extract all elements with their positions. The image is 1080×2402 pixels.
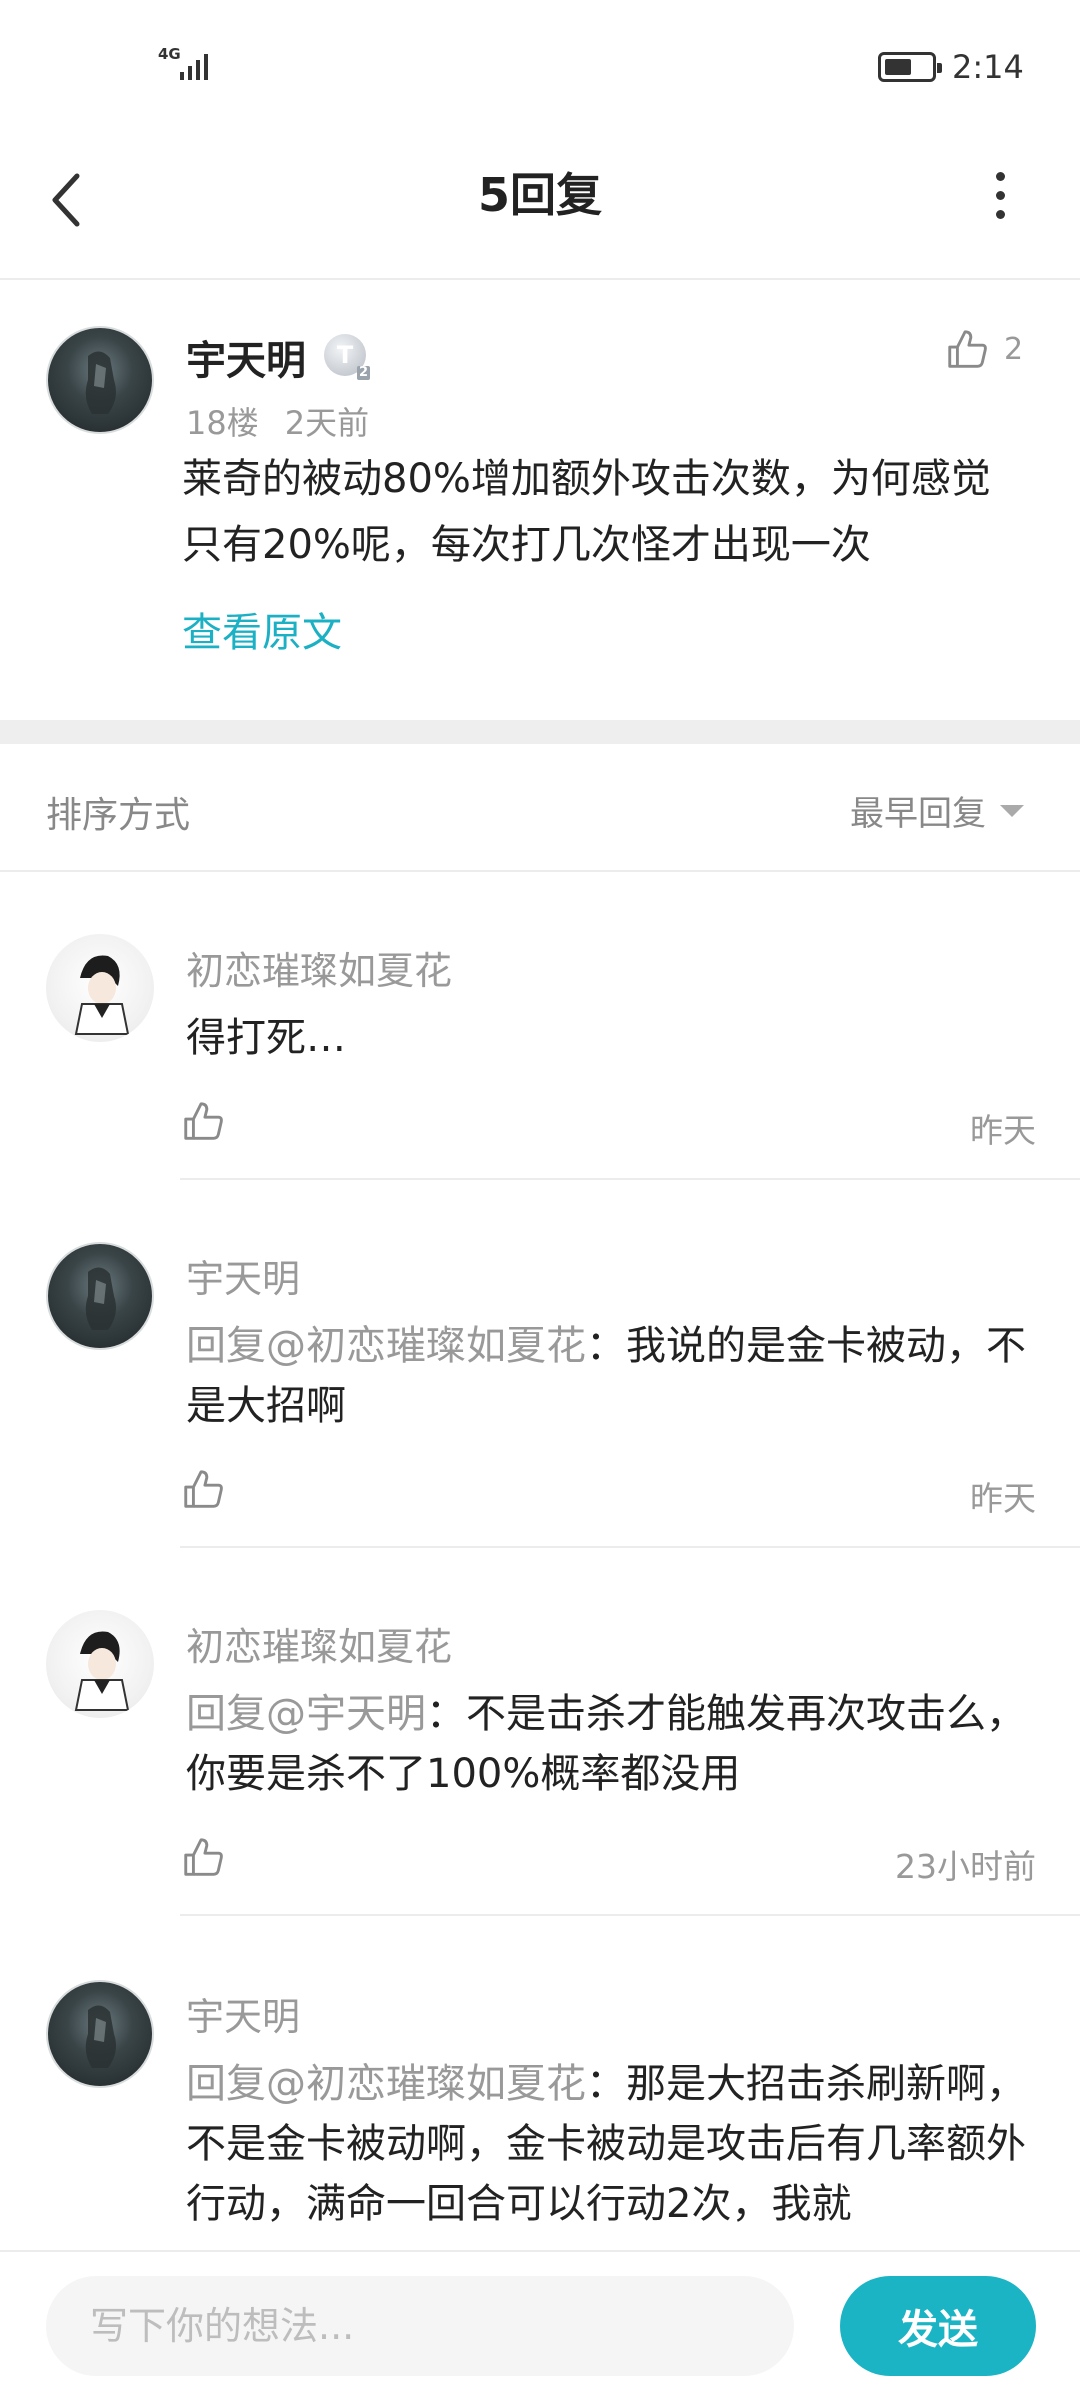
- view-original-link[interactable]: 查看原文: [182, 600, 342, 658]
- thumbs-up-icon: [184, 1102, 223, 1140]
- avatar[interactable]: [46, 1980, 154, 2088]
- network-type: 4G: [158, 45, 181, 63]
- reply-author-name[interactable]: 宇天明: [186, 1986, 300, 2041]
- post-content: 莱奇的被动80%增加额外攻击次数，为何感觉只有20%呢，每次打几次怪才出现一次: [182, 456, 991, 568]
- battery-icon: [878, 52, 942, 82]
- sort-label: 排序方式: [46, 795, 191, 836]
- cellular-signal-icon: 4G: [158, 46, 218, 86]
- more-vertical-icon: [995, 171, 1005, 181]
- reply-like-button[interactable]: [180, 1834, 230, 1884]
- more-options-button[interactable]: [974, 160, 1026, 230]
- caret-down-icon: [1000, 804, 1024, 817]
- reply-text: 回复@初恋璀璨如夏花：我说的是金卡被动，不是大招啊: [186, 1323, 1026, 1429]
- post-like-count: 2: [1004, 332, 1024, 367]
- thumbs-up-icon: [184, 1838, 223, 1876]
- thumbs-up-icon: [184, 1470, 223, 1508]
- divider: [180, 1546, 1080, 1548]
- reply-time: 23小时前: [895, 1847, 1036, 1886]
- reply-mention[interactable]: 回复@初恋璀璨如夏花: [186, 2061, 586, 2107]
- reply-like-button[interactable]: [180, 1466, 230, 1516]
- reply-text: 回复@初恋璀璨如夏花：那是大招击杀刷新啊，不是金卡被动啊，金卡被动是攻击后有几率…: [186, 2061, 1026, 2227]
- reply-time: 昨天: [970, 1479, 1036, 1518]
- reply-author-name[interactable]: 宇天明: [186, 1248, 300, 1303]
- comment-input[interactable]: [46, 2276, 794, 2376]
- send-button[interactable]: 发送: [840, 2276, 1036, 2376]
- post-meta: 18楼 2天前: [186, 398, 395, 444]
- post-time: 2天前: [284, 404, 370, 442]
- section-divider: [0, 720, 1080, 744]
- reply-time: 昨天: [970, 1111, 1036, 1150]
- page-title: 5回复: [477, 168, 602, 222]
- avatar[interactable]: [46, 1242, 154, 1350]
- divider: [180, 1914, 1080, 1916]
- reply-mention[interactable]: 回复@宇天明: [186, 1691, 426, 1737]
- reply-text: 得打死…: [186, 1015, 346, 1061]
- thumbs-up-icon: [948, 330, 987, 368]
- sort-selected-value: 最早回复: [850, 794, 986, 834]
- avatar[interactable]: [46, 934, 154, 1042]
- post-author-name[interactable]: 宇天明: [186, 328, 306, 386]
- post-like-button[interactable]: [944, 326, 996, 378]
- reply-author-name[interactable]: 初恋璀璨如夏花: [186, 940, 452, 995]
- reply-like-button[interactable]: [180, 1098, 230, 1148]
- divider: [0, 870, 1080, 872]
- avatar[interactable]: [46, 326, 154, 434]
- avatar[interactable]: [46, 1610, 154, 1718]
- reply-author-name[interactable]: 初恋璀璨如夏花: [186, 1616, 452, 1671]
- level-badge: T 2: [324, 334, 370, 380]
- status-time: 2:14: [952, 48, 1024, 86]
- reply-mention[interactable]: 回复@初恋璀璨如夏花: [186, 1323, 586, 1369]
- divider: [180, 1178, 1080, 1180]
- sort-dropdown[interactable]: 最早回复: [850, 786, 1024, 835]
- reply-text: 回复@宇天明：不是击杀才能触发再次攻击么，你要是杀不了100%概率都没用: [186, 1691, 1026, 1797]
- signal-bars-icon: [180, 54, 208, 80]
- post-floor: 18楼: [186, 404, 259, 442]
